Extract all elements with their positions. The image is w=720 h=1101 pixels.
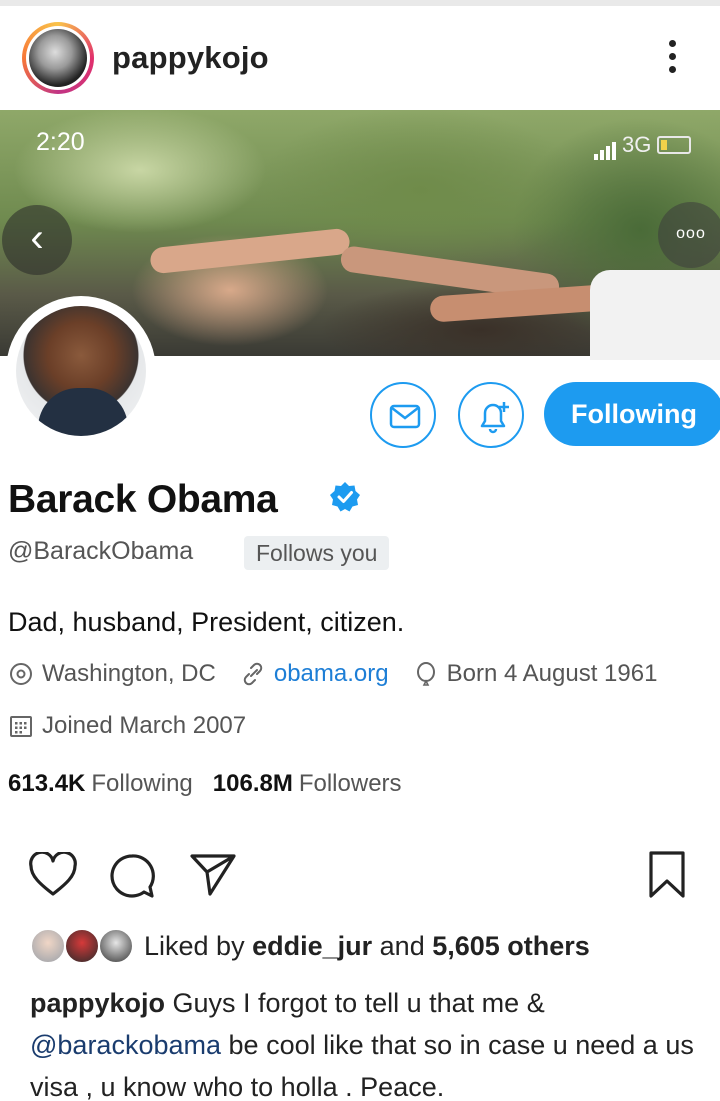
user-avatar[interactable] [22,22,94,94]
profile-handle: @BarackObama [8,537,194,565]
post-actions [0,846,720,906]
joined-row: Joined March 2007 [8,712,270,740]
calendar-icon [10,716,32,737]
envelope-icon [389,404,421,429]
likes-row[interactable]: Liked by eddie_jur and 5,605 others [30,926,590,966]
profile-stats: 613.4K Following 106.8M Followers [8,770,402,798]
comment-icon[interactable] [108,852,156,900]
message-button[interactable] [370,382,436,448]
battery-icon [657,136,692,154]
birthday-text: Born 4 August 1961 [446,660,658,687]
network-type: 3G [622,132,652,157]
balloon-icon [416,662,435,686]
status-indicators: 3G [594,132,692,160]
following-stat[interactable]: 613.4K Following [8,770,193,797]
followers-stat[interactable]: 106.8M Followers [213,770,402,797]
post-caption: pappykojo Guys I forgot to tell u that m… [30,982,700,1101]
post-header: pappykojo [0,6,720,110]
likes-text: Liked by eddie_jur and 5,605 others [144,930,590,961]
website-link[interactable]: obama.org [274,660,389,688]
liker-avatars [30,928,136,964]
heart-icon[interactable] [28,852,78,898]
status-time: 2:20 [36,128,85,156]
bell-plus-icon [480,402,509,434]
follows-you-badge: Follows you [244,536,390,570]
location: Washington, DC [8,660,216,688]
verified-badge-icon [330,482,360,512]
bookmark-icon[interactable] [646,850,688,900]
notify-button[interactable] [458,382,524,448]
likes-count[interactable]: 5,605 others [432,931,590,961]
caption-text: Guys I forgot to tell u that me & [172,988,545,1018]
link-icon [243,662,263,686]
caption-mention[interactable]: @barackobama [30,1030,221,1060]
send-icon[interactable] [188,852,238,898]
signal-icon [594,134,618,160]
more-icon[interactable]: ooo [658,202,720,268]
profile-name: Barack Obama [8,478,278,521]
following-button[interactable]: Following [544,382,720,446]
profile-picture[interactable] [6,296,156,446]
joined-text: Joined March 2007 [42,712,247,739]
location-pin-icon [10,663,32,685]
caption-username[interactable]: pappykojo [30,988,165,1018]
birthday: Born 4 August 1961 [413,660,658,688]
liker-username[interactable]: eddie_jur [252,931,372,961]
website[interactable]: obama.org [240,660,389,688]
post-username[interactable]: pappykojo [112,40,269,76]
location-text: Washington, DC [42,660,216,687]
post-image[interactable]: 2:20 3G ‹ ooo Following Barack Obama @Ba… [0,110,720,840]
profile-meta-row: Washington, DC obama.org Born 4 August 1… [8,660,681,688]
back-icon[interactable]: ‹ [2,205,72,275]
profile-bio: Dad, husband, President, citizen. [8,607,405,637]
joined: Joined March 2007 [8,712,246,740]
vertical-dots-icon[interactable] [660,40,684,80]
